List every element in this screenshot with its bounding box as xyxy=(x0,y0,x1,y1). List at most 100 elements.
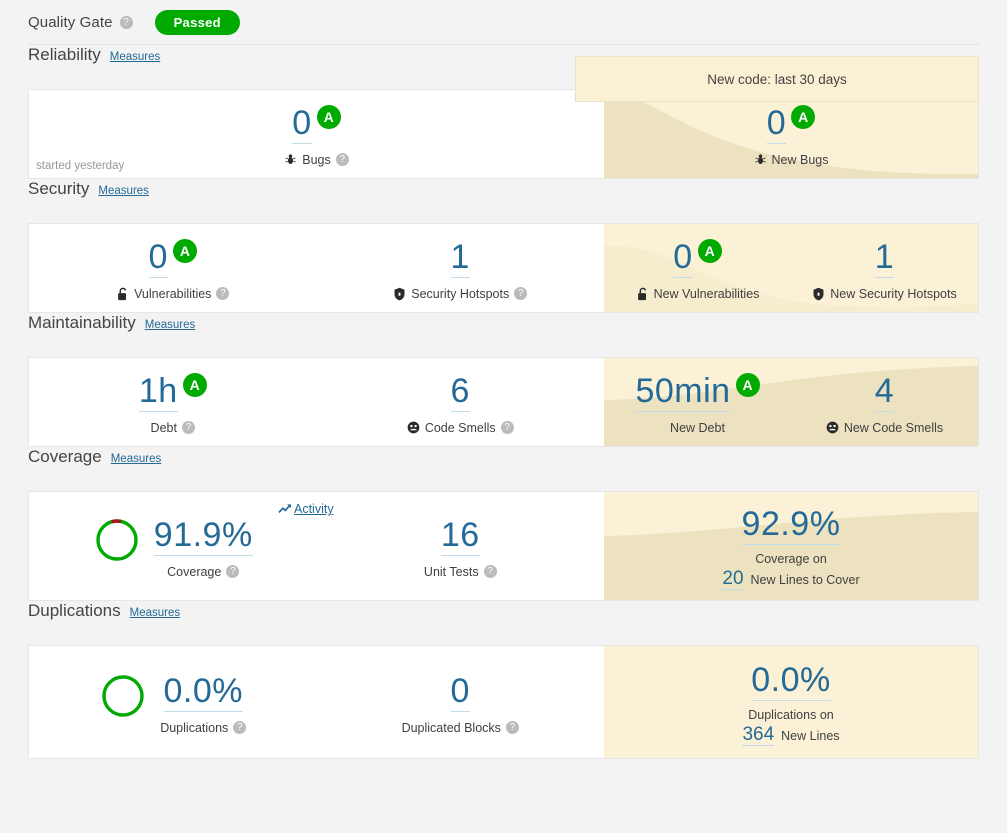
duplications-label-row: Duplications ? xyxy=(160,720,247,735)
new-lines-to-cover-label: New Lines to Cover xyxy=(750,572,860,587)
help-icon[interactable]: ? xyxy=(505,721,519,734)
measures-link[interactable]: Measures xyxy=(110,51,161,63)
help-icon[interactable]: ? xyxy=(483,565,497,578)
security-hotspots-value[interactable]: 1 xyxy=(450,238,470,278)
new-debt-label: New Debt xyxy=(670,420,725,435)
measure-new-duplications: 0.0% Duplications on 364 New Lines xyxy=(604,646,978,758)
vulnerabilities-value[interactable]: 0 xyxy=(148,238,168,278)
unit-tests-label-row: Unit Tests ? xyxy=(424,565,497,579)
section-title: Security xyxy=(28,179,90,198)
section-security: Security Measures 0 A Vulnerabilities ? … xyxy=(0,179,1007,313)
new-bugs-label-row: New Bugs xyxy=(754,152,829,167)
new-vulnerabilities-value[interactable]: 0 xyxy=(673,238,693,278)
new-debt-rating-badge[interactable]: A xyxy=(735,372,760,397)
activity-link[interactable]: Activity xyxy=(278,502,334,516)
measure-code-smells: 6 Code Smells ? xyxy=(317,358,605,446)
duplicated-blocks-value[interactable]: 0 xyxy=(450,672,470,712)
coverage-value[interactable]: 91.9% xyxy=(153,516,253,556)
shield-icon xyxy=(393,287,406,301)
coverage-donut-chart xyxy=(93,516,141,569)
measure-new-bugs: 0 A New Bugs xyxy=(604,90,978,178)
section-title: Coverage xyxy=(28,447,102,466)
debt-label: Debt xyxy=(150,420,177,435)
new-bugs-rating-badge[interactable]: A xyxy=(791,104,816,129)
measure-new-code-smells: 4 New Code Smells xyxy=(791,358,978,446)
debt-value[interactable]: 1h xyxy=(138,372,178,412)
new-lines-to-cover-value[interactable]: 20 xyxy=(722,568,744,590)
duplicated-blocks-label-row: Duplicated Blocks ? xyxy=(402,721,519,735)
duplications-label: Duplications xyxy=(160,720,229,735)
new-debt-label-row: New Debt xyxy=(670,421,725,435)
code-smell-icon xyxy=(826,421,839,434)
vulnerabilities-label: Vulnerabilities xyxy=(134,286,212,301)
unit-tests-label: Unit Tests xyxy=(423,564,479,579)
bugs-rating-badge[interactable]: A xyxy=(316,104,341,129)
help-icon[interactable]: ? xyxy=(226,565,240,578)
section-header: Duplications Measures xyxy=(0,601,1007,645)
section-duplications: Duplications Measures 0.0% Duplications … xyxy=(0,601,1007,759)
shield-icon xyxy=(812,287,825,301)
quality-gate-row: Quality Gate ? Passed xyxy=(0,0,1007,44)
vulnerabilities-rating-badge[interactable]: A xyxy=(172,238,197,263)
new-vulnerabilities-rating-badge[interactable]: A xyxy=(697,238,722,263)
help-icon[interactable]: ? xyxy=(216,287,230,300)
security-hotspots-label-row: Security Hotspots ? xyxy=(393,287,528,301)
new-code-side: 0.0% Duplications on 364 New Lines xyxy=(604,646,978,758)
new-bugs-value[interactable]: 0 xyxy=(766,104,787,144)
duplications-value[interactable]: 0.0% xyxy=(163,672,243,712)
measure-security-hotspots: 1 Security Hotspots ? xyxy=(317,224,605,312)
new-code-smells-value[interactable]: 4 xyxy=(874,372,895,412)
new-lines-row: 364 New Lines xyxy=(742,724,840,746)
trend-icon xyxy=(278,504,291,514)
new-lines-to-cover-row: 20 New Lines to Cover xyxy=(722,568,860,590)
new-coverage-value[interactable]: 92.9% xyxy=(741,505,841,545)
new-lines-value[interactable]: 364 xyxy=(742,724,775,746)
debt-rating-badge[interactable]: A xyxy=(182,372,207,397)
measures-link[interactable]: Measures xyxy=(145,319,196,331)
measures-link[interactable]: Measures xyxy=(98,185,149,197)
new-coverage-sub-label: Coverage on xyxy=(755,551,827,566)
unit-tests-value[interactable]: 16 xyxy=(440,516,480,556)
overall-side: 0.0% Duplications ? 0 Duplicated Blocks … xyxy=(29,646,604,758)
new-code-side: 50min A New Debt 4 New Code Smells xyxy=(604,358,978,446)
help-icon[interactable]: ? xyxy=(500,421,514,434)
measures-link[interactable]: Measures xyxy=(130,607,181,619)
maintainability-card: 1h A Debt ? 6 Code Smells ? 50min A New … xyxy=(28,357,979,447)
help-icon[interactable]: ? xyxy=(181,421,195,434)
measures-link[interactable]: Measures xyxy=(111,453,162,465)
help-icon[interactable]: ? xyxy=(233,721,247,734)
new-security-hotspots-value[interactable]: 1 xyxy=(874,238,895,278)
bugs-label-row: Bugs ? xyxy=(284,153,349,167)
overall-side: 1h A Debt ? 6 Code Smells ? xyxy=(29,358,604,446)
new-vulnerabilities-label: New Vulnerabilities xyxy=(653,286,760,301)
overall-side: 0 A Vulnerabilities ? 1 Security Hotspot… xyxy=(29,224,604,312)
section-title: Maintainability xyxy=(28,313,136,332)
measure-coverage: 91.9% Coverage ? xyxy=(29,492,317,600)
code-smell-icon xyxy=(407,421,420,434)
new-code-smells-label-row: New Code Smells xyxy=(826,421,943,435)
section-header: Security Measures xyxy=(0,179,1007,223)
section-maintainability: Maintainability Measures 1h A Debt ? 6 C… xyxy=(0,313,1007,447)
unlock-icon xyxy=(116,287,129,301)
debt-label-row: Debt ? xyxy=(151,421,195,435)
new-duplications-sub-label: Duplications on xyxy=(748,707,834,722)
new-security-hotspots-label-row: New Security Hotspots xyxy=(812,287,957,301)
security-card: 0 A Vulnerabilities ? 1 Security Hotspot… xyxy=(28,223,979,313)
quality-gate-status-badge: Passed xyxy=(154,9,240,35)
new-duplications-value[interactable]: 0.0% xyxy=(751,661,831,701)
help-icon[interactable]: ? xyxy=(119,15,133,29)
measure-new-security-hotspots: 1 New Security Hotspots xyxy=(791,224,978,312)
measure-new-coverage: 92.9% Coverage on 20 New Lines to Cover xyxy=(604,492,978,600)
measure-bugs: 0 A Bugs ? xyxy=(29,90,604,178)
vulnerabilities-label-row: Vulnerabilities ? xyxy=(116,286,230,301)
measure-unit-tests: 16 Unit Tests ? xyxy=(317,492,605,600)
help-icon[interactable]: ? xyxy=(514,287,528,300)
bugs-value[interactable]: 0 xyxy=(292,104,312,144)
code-smells-value[interactable]: 6 xyxy=(450,372,470,412)
new-debt-value[interactable]: 50min xyxy=(635,372,731,412)
help-icon[interactable]: ? xyxy=(335,153,349,166)
quality-gate-label: Quality Gate xyxy=(28,13,113,31)
measure-new-debt: 50min A New Debt xyxy=(604,358,791,446)
duplications-card: 0.0% Duplications ? 0 Duplicated Blocks … xyxy=(28,645,979,759)
new-bugs-label: New Bugs xyxy=(771,152,829,167)
